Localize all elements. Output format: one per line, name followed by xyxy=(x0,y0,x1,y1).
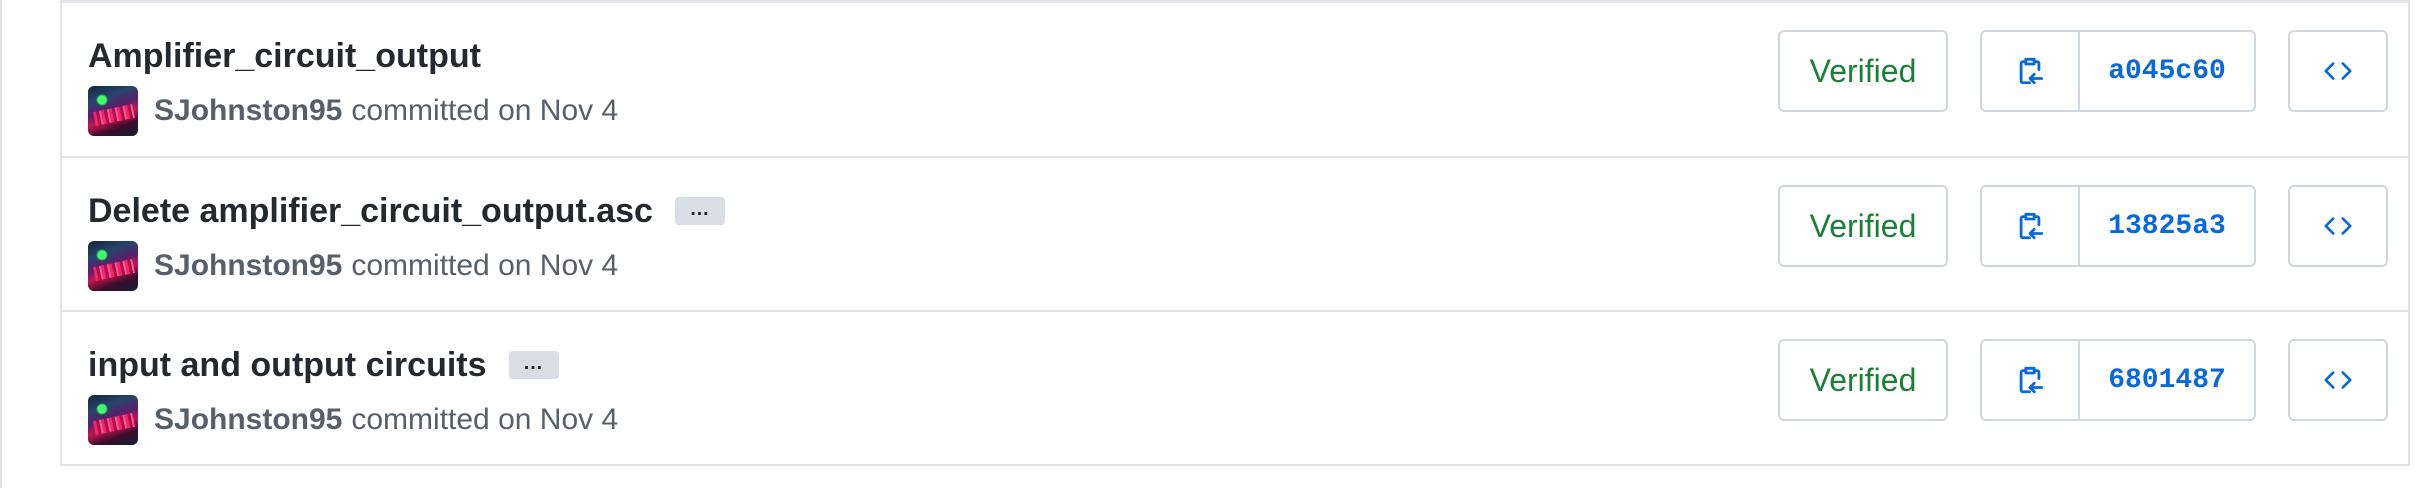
avatar[interactable] xyxy=(88,86,138,136)
commit-row: Delete amplifier_circuit_output.asc … SJ… xyxy=(62,156,2408,310)
sha-button-group: a045c60 xyxy=(1980,30,2256,112)
copy-sha-button[interactable] xyxy=(1982,32,2080,110)
clipboard-copy-icon xyxy=(2015,55,2045,87)
commit-date-text: committed on Nov 4 xyxy=(351,94,619,127)
browse-repo-button[interactable] xyxy=(2288,30,2388,112)
clipboard-copy-icon xyxy=(2015,210,2045,242)
commit-sha-link[interactable]: a045c60 xyxy=(2080,32,2254,110)
clipboard-copy-icon xyxy=(2015,364,2045,396)
commit-meta: SJohnston95 committed on Nov 4 xyxy=(88,395,618,445)
sha-button-group: 13825a3 xyxy=(1980,185,2256,267)
commit-title-line: Amplifier_circuit_output xyxy=(88,29,481,83)
expand-description-button[interactable]: … xyxy=(674,197,725,225)
commit-message-link[interactable]: Delete amplifier_circuit_output.asc xyxy=(88,192,653,231)
commit-sha-link[interactable]: 6801487 xyxy=(2080,341,2254,419)
copy-sha-button[interactable] xyxy=(1982,341,2080,419)
code-icon xyxy=(2324,212,2352,240)
commit-date-text: committed on Nov 4 xyxy=(351,249,619,282)
commit-title-line: Delete amplifier_circuit_output.asc … xyxy=(88,184,725,238)
sha-button-group: 6801487 xyxy=(1980,339,2256,421)
code-icon xyxy=(2324,366,2352,394)
page-left-border xyxy=(0,0,2,488)
commit-row: input and output circuits … SJohnston95 … xyxy=(62,310,2408,464)
expand-description-button[interactable]: … xyxy=(508,351,559,379)
verified-badge[interactable]: Verified xyxy=(1778,185,1948,267)
commit-author-link[interactable]: SJohnston95 xyxy=(154,249,342,283)
verified-badge[interactable]: Verified xyxy=(1778,30,1948,112)
commit-date-text: committed on Nov 4 xyxy=(351,403,619,436)
commit-meta: SJohnston95 committed on Nov 4 xyxy=(88,241,618,291)
commit-message-link[interactable]: input and output circuits xyxy=(88,346,487,385)
commit-message-link[interactable]: Amplifier_circuit_output xyxy=(88,37,481,76)
commit-list: Amplifier_circuit_output SJohnston95 com… xyxy=(60,0,2410,466)
avatar[interactable] xyxy=(88,241,138,291)
code-icon xyxy=(2324,57,2352,85)
avatar[interactable] xyxy=(88,395,138,445)
commit-author-link[interactable]: SJohnston95 xyxy=(154,94,342,128)
verified-badge[interactable]: Verified xyxy=(1778,339,1948,421)
commit-author-link[interactable]: SJohnston95 xyxy=(154,403,342,437)
commit-row: Amplifier_circuit_output SJohnston95 com… xyxy=(62,3,2408,156)
commit-meta: SJohnston95 committed on Nov 4 xyxy=(88,86,618,136)
commit-title-line: input and output circuits … xyxy=(88,338,559,392)
browse-repo-button[interactable] xyxy=(2288,185,2388,267)
copy-sha-button[interactable] xyxy=(1982,187,2080,265)
browse-repo-button[interactable] xyxy=(2288,339,2388,421)
commit-sha-link[interactable]: 13825a3 xyxy=(2080,187,2254,265)
